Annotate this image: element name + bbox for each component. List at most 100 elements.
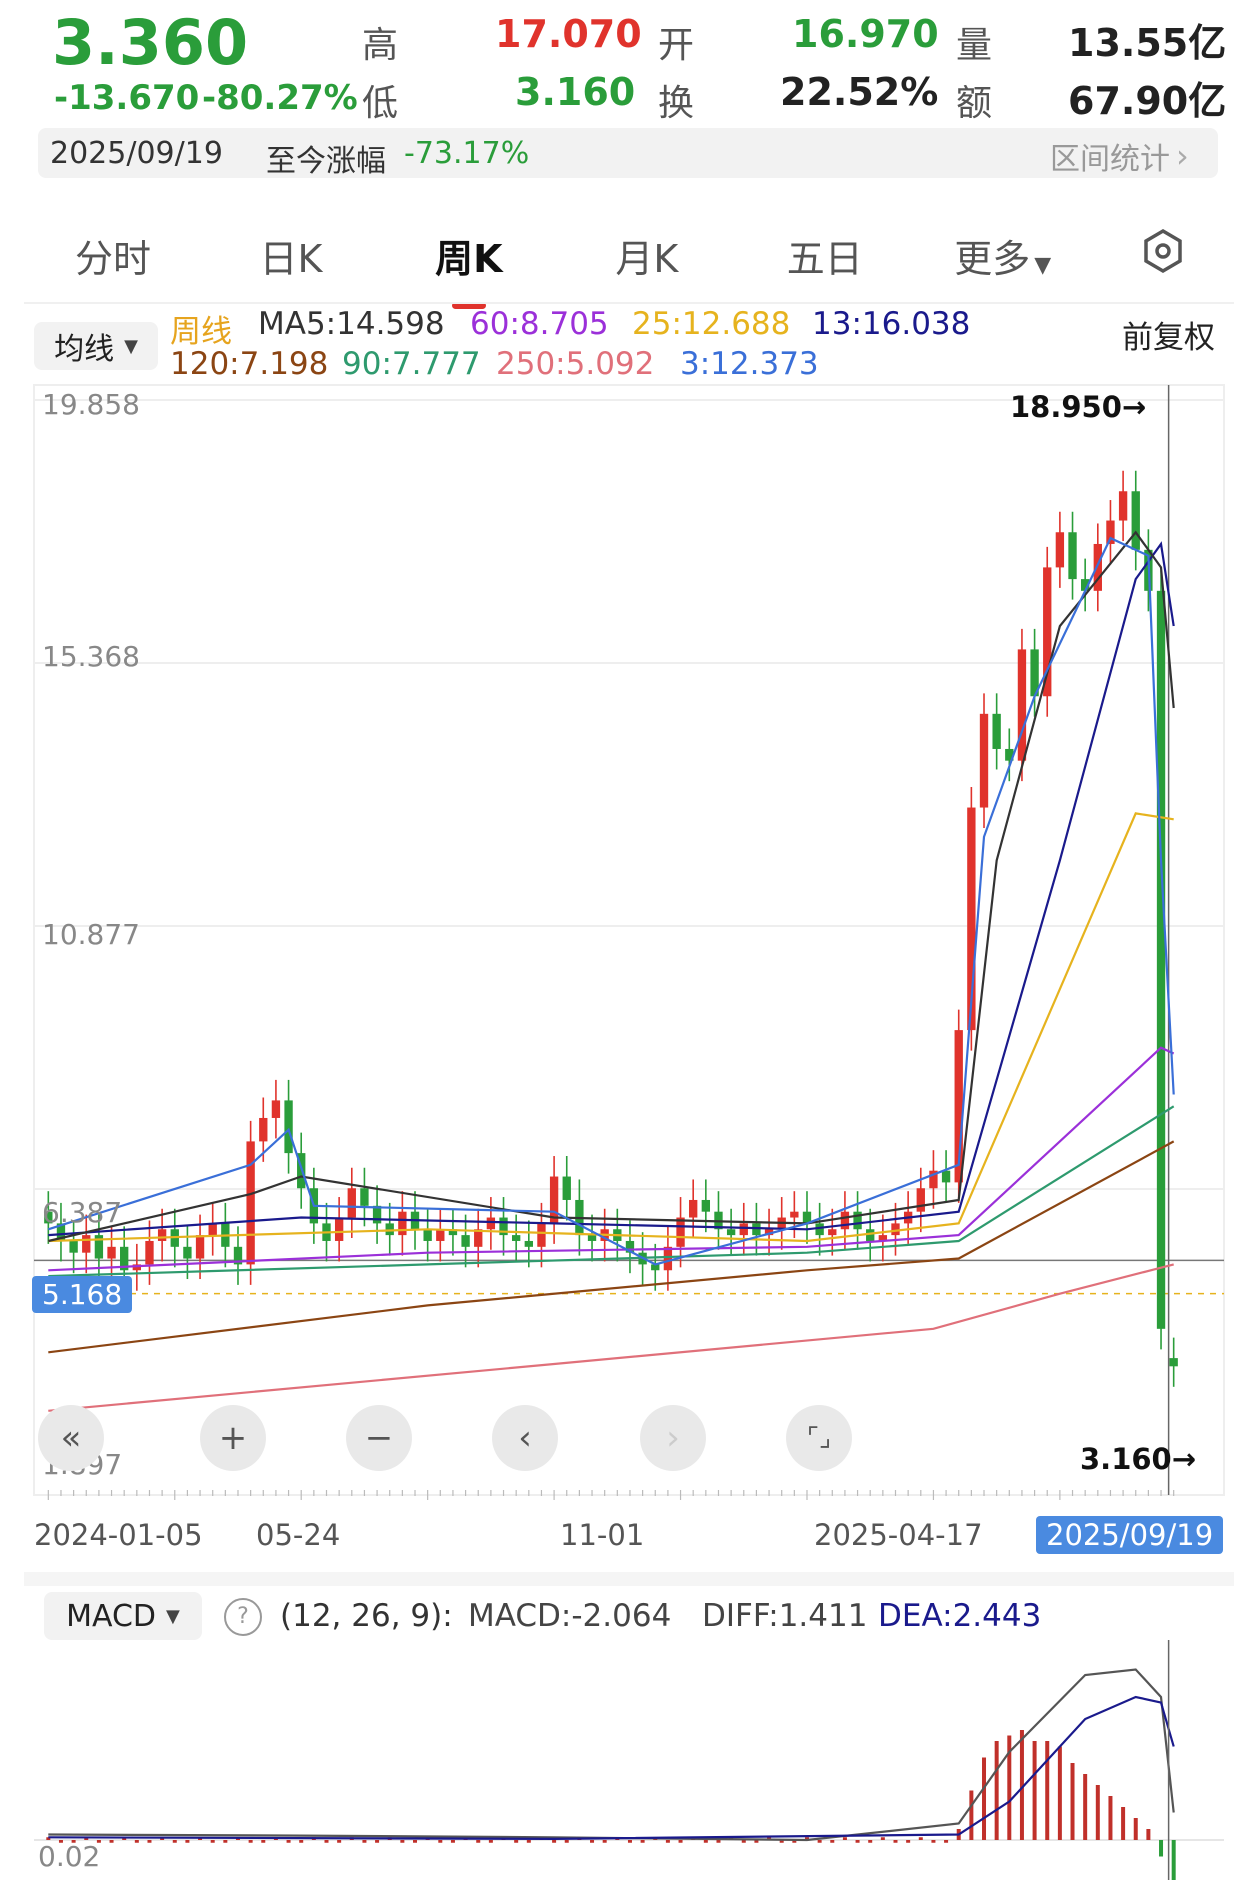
macd-histogram-bar <box>223 1840 228 1843</box>
amount-label: 额 <box>956 83 993 124</box>
candle-body <box>701 1199 711 1212</box>
candle-body <box>334 1217 344 1241</box>
current-price-tag: 5.168 <box>32 1276 133 1313</box>
zoom-in-button[interactable]: + <box>200 1405 266 1471</box>
volume-value: 13.55亿 <box>1068 21 1227 65</box>
tab-five-day[interactable]: 五日 <box>736 228 914 283</box>
candle-body <box>423 1229 432 1241</box>
candle-body <box>1068 532 1077 580</box>
candle-body <box>828 1229 837 1236</box>
candle-body <box>385 1223 394 1236</box>
macd-histogram-bar <box>1045 1741 1050 1840</box>
macd-histogram-bar <box>1159 1840 1164 1857</box>
scroll-start-button[interactable]: « <box>38 1405 104 1471</box>
macd-histogram-bar <box>488 1840 493 1843</box>
macd-histogram-bar <box>1095 1785 1100 1840</box>
double-chevron-left-icon: « <box>60 1418 82 1458</box>
max-price-label: 18.950→ <box>1010 390 1147 424</box>
x-tick-label: 2024-01-05 <box>34 1518 203 1552</box>
macd-histogram-bar <box>1083 1774 1088 1840</box>
macd-histogram-bar <box>931 1840 936 1843</box>
scroll-left-button[interactable]: ‹ <box>492 1405 558 1471</box>
adjust-mode[interactable]: 前复权 <box>1122 312 1215 357</box>
candle-body <box>183 1246 192 1259</box>
interval-stats-link[interactable]: 区间统计 › <box>1050 134 1189 178</box>
period-tabs: 分时 日K 周K 月K 五日 更多 ▼ <box>24 205 1234 305</box>
caret-down-icon: ▼ <box>124 335 138 357</box>
tab-weekly-k[interactable]: 周K <box>380 228 558 283</box>
settings-button[interactable] <box>1092 227 1234 284</box>
candle-body <box>246 1141 255 1265</box>
macd-histogram-bar <box>526 1840 531 1843</box>
macd-histogram-bar <box>248 1840 253 1843</box>
macd-histogram-bar <box>830 1840 835 1843</box>
x-tick-label: 05-24 <box>256 1518 341 1552</box>
weekly-k-chart[interactable] <box>0 380 1256 1500</box>
candle-body <box>271 1100 281 1118</box>
macd-histogram-bar <box>716 1840 721 1843</box>
macd-histogram-bar <box>590 1840 595 1843</box>
macd-histogram-bar <box>362 1840 367 1843</box>
candle-body <box>1169 1358 1178 1367</box>
turnover-label: 换 <box>658 83 695 124</box>
macd-histogram-bar <box>627 1840 632 1843</box>
candle-body <box>157 1229 167 1241</box>
macd-histogram-bar <box>438 1840 443 1843</box>
min-price-label: 3.160→ <box>1080 1442 1197 1476</box>
fullscreen-button[interactable]: ⌜⌟ <box>786 1405 852 1471</box>
y-tick-label: 10.877 <box>42 918 140 951</box>
diff-value: DIFF:1.411 <box>702 1598 868 1634</box>
macd-histogram-bar <box>994 1741 999 1840</box>
dea-value: DEA:2.443 <box>878 1598 1042 1634</box>
last-price: 3.360 <box>52 6 249 79</box>
caret-down-icon: ▼ <box>166 1605 180 1627</box>
macd-histogram-bar <box>842 1837 847 1840</box>
macd-histogram-bar <box>299 1840 304 1843</box>
macd-histogram-bar <box>602 1840 607 1843</box>
candle-body <box>726 1229 736 1236</box>
macd-histogram-bar <box>868 1840 873 1843</box>
candle-body <box>511 1235 521 1241</box>
macd-histogram-bar <box>552 1840 557 1843</box>
scroll-right-button[interactable]: › <box>640 1405 706 1471</box>
tab-more[interactable]: 更多 ▼ <box>914 228 1092 283</box>
macd-value: MACD:-2.064 <box>468 1598 672 1634</box>
candle-body <box>208 1223 217 1236</box>
candle-body <box>537 1223 546 1247</box>
ma-selector[interactable]: 均线 ▼ <box>34 322 158 370</box>
ma-item-13: 13:16.038 <box>812 306 971 342</box>
settings-hexagon-icon <box>1144 228 1182 273</box>
zoom-out-button[interactable]: − <box>346 1405 412 1471</box>
tab-intraday[interactable]: 分时 <box>24 228 202 283</box>
macd-histogram-bar <box>564 1840 569 1843</box>
interval-stats-label: 区间统计 <box>1050 142 1170 177</box>
macd-histogram-bar <box>286 1840 291 1843</box>
candle-body <box>979 713 989 808</box>
tab-monthly-k[interactable]: 月K <box>558 228 736 283</box>
help-icon[interactable]: ? <box>224 1598 262 1636</box>
macd-histogram-bar <box>172 1840 177 1843</box>
candle-body <box>840 1211 850 1230</box>
price-change-pct: -80.27% <box>202 78 358 118</box>
ma-item-250: 250:5.092 <box>496 346 655 382</box>
macd-histogram-bar <box>1121 1807 1126 1840</box>
tab-more-label: 更多 <box>954 236 1031 281</box>
tab-daily-k[interactable]: 日K <box>202 228 380 283</box>
macd-histogram-bar <box>413 1840 418 1843</box>
candle-body <box>739 1223 748 1236</box>
price-change: -13.670 <box>54 78 200 118</box>
since-value: -73.17% <box>404 136 530 171</box>
macd-histogram-bar <box>324 1840 329 1843</box>
turnover-value: 22.52% <box>780 70 939 114</box>
macd-histogram-bar <box>476 1840 481 1843</box>
candle-body <box>82 1235 91 1253</box>
ma-line <box>48 530 1175 1243</box>
macd-histogram-bar <box>514 1840 519 1843</box>
candle-body <box>790 1211 799 1218</box>
minus-icon: − <box>364 1418 394 1458</box>
indicator-selector[interactable]: MACD ▼ <box>44 1592 202 1640</box>
y-tick-label: 15.368 <box>42 640 140 673</box>
ma-line <box>48 1263 1174 1412</box>
macd-chart[interactable] <box>0 1640 1256 1880</box>
macd-histogram-bar <box>261 1840 266 1843</box>
